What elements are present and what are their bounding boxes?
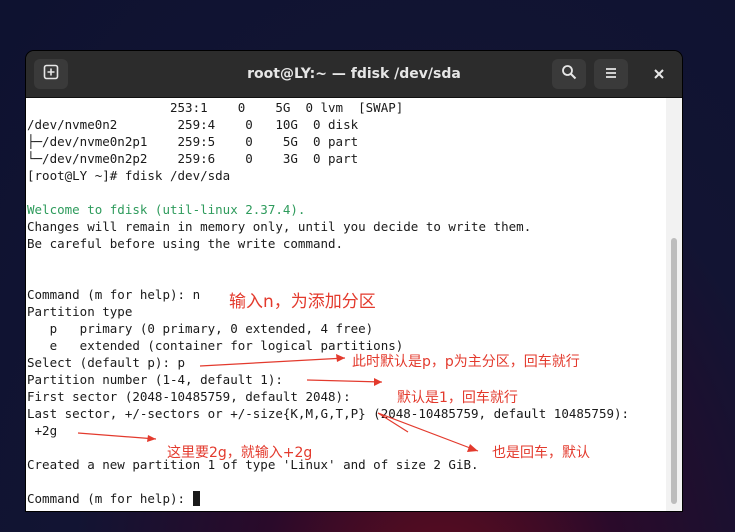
annotation-enter-default: 也是回车，默认 [492,445,590,461]
terminal-line: Partition number (1-4, default 1): [27,372,283,387]
annotation-input-2g: 这里要2g，就输入+2g [167,445,313,461]
terminal-line: First sector (2048-10485759, default 204… [27,389,351,404]
prompt-text: Command (m for help): [27,491,193,506]
search-button[interactable] [552,59,586,89]
welcome-line: Welcome to fdisk (util-linux 2.37.4). [27,202,306,217]
terminal-line: Changes will remain in memory only, unti… [27,219,532,234]
text-cursor [192,491,200,506]
terminal-line: +2g [27,423,58,438]
terminal-line: /dev/nvme0n2 259:4 0 10G 0 disk [27,117,359,132]
add-tab-icon [43,64,59,84]
prompt-line[interactable]: Command (m for help): [27,490,629,507]
annotation-default-p: 此时默认是p，p为主分区，回车就行 [352,354,580,370]
annotation-input-n: 输入n，为添加分区 [229,292,376,312]
scrollbar[interactable] [666,98,682,511]
terminal-line: ├─/dev/nvme0n2p1 259:5 0 5G 0 part [27,134,359,149]
title-bar: root@LY:~ — fdisk /dev/sda [26,51,682,98]
terminal-line: Last sector, +/-sectors or +/-size{K,M,G… [27,406,630,421]
scrollbar-thumb[interactable] [671,238,677,504]
search-icon [561,64,577,84]
new-tab-button[interactable] [34,59,68,89]
terminal-line: Be careful before using the write comman… [27,236,344,251]
hamburger-menu-icon [604,65,618,84]
annotation-default-1: 默认是1，回车就行 [397,390,518,406]
close-icon [653,65,665,84]
close-button[interactable] [644,59,674,89]
terminal-line: 253:1 0 5G 0 lvm [SWAP] [27,100,404,115]
terminal-line: p primary (0 primary, 0 extended, 4 free… [27,321,374,336]
terminal-line: [root@LY ~]# fdisk /dev/sda [27,168,231,183]
menu-button[interactable] [594,59,628,89]
terminal-line: └─/dev/nvme0n2p2 259:6 0 3G 0 part [27,151,359,166]
